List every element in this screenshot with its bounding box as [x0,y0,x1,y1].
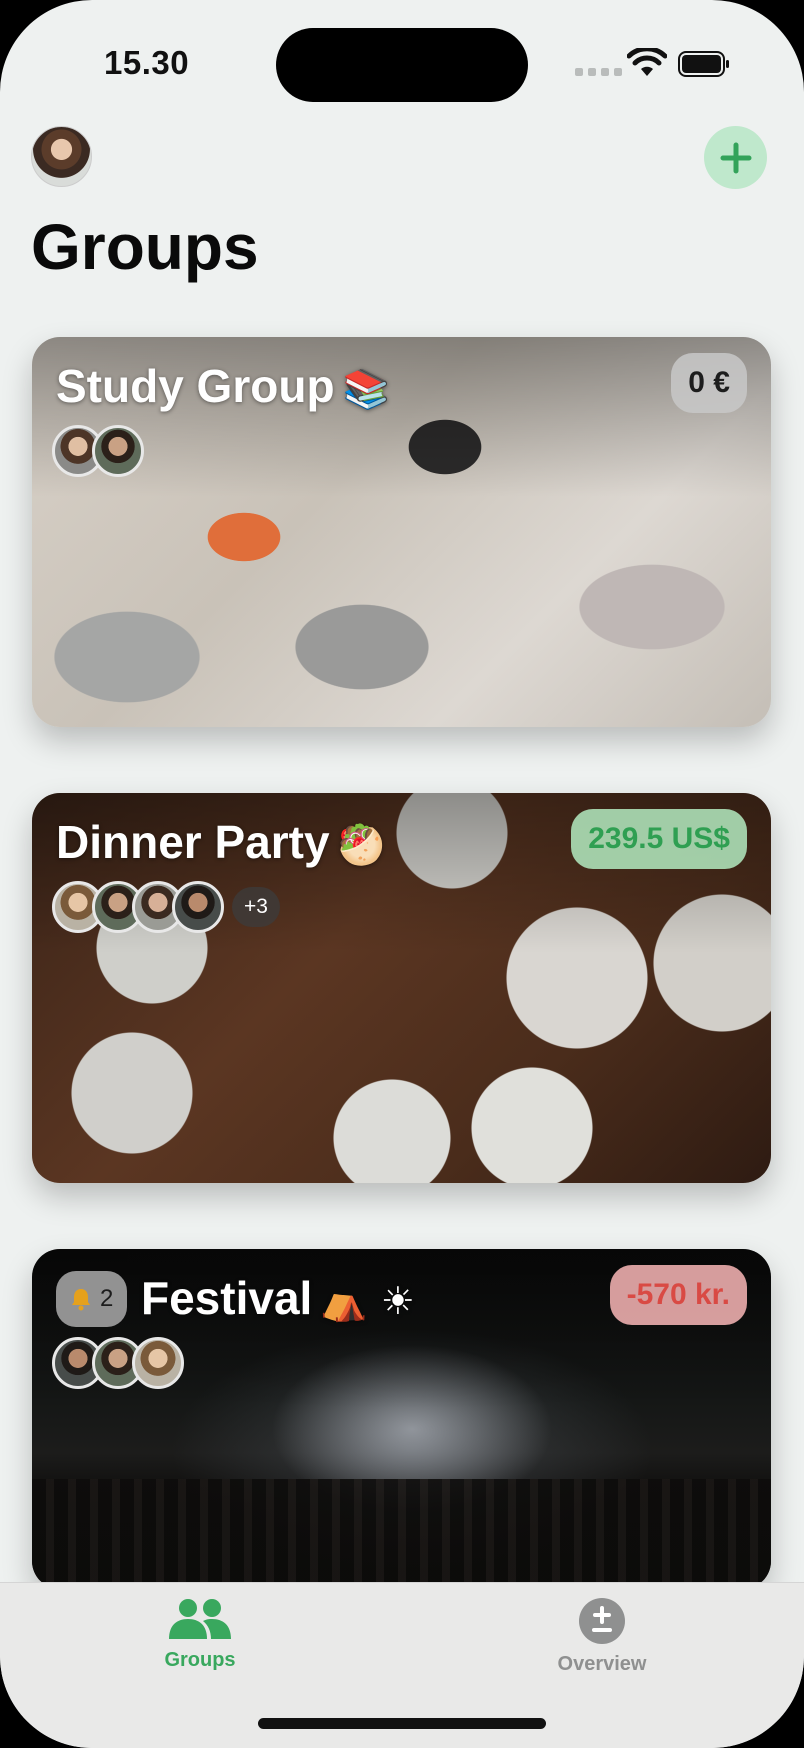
avatar [132,1337,184,1389]
avatar [172,881,224,933]
group-card-study[interactable]: Study Group 📚 0 € [32,337,771,727]
wifi-icon [627,48,667,76]
people-icon [169,1599,231,1639]
battery-icon [678,51,729,77]
member-avatars [52,425,144,477]
avatar [92,425,144,477]
page-title: Groups [31,211,259,283]
balance-badge: 0 € [671,353,747,413]
group-name: Dinner Party 🥙 [56,816,385,868]
profile-avatar[interactable] [31,126,92,187]
add-group-button[interactable] [704,126,767,189]
group-card-festival[interactable]: 2 Festival ⛺ ☀ -570 kr. [32,1249,771,1589]
plus-icon [720,142,751,173]
notification-badge: 2 [56,1271,128,1327]
group-emoji: 📚 [342,367,390,411]
member-avatars: +3 [52,881,280,933]
member-avatars [52,1337,184,1389]
dynamic-island [276,28,528,102]
group-emoji: 🥙 [337,823,385,867]
tab-groups[interactable]: Groups [140,1597,260,1672]
status-time: 15.30 [104,44,190,81]
balance-badge: -570 kr. [609,1265,747,1325]
home-indicator [258,1718,546,1729]
group-name: Festival ⛺ ☀ [141,1272,415,1324]
tab-label: Groups [164,1649,236,1671]
group-card-dinner[interactable]: Dinner Party 🥙 239.5 US$ +3 [32,793,771,1183]
signal-icon [575,68,622,76]
group-name: Study Group 📚 [56,360,390,412]
tab-overview[interactable]: Overview [542,1597,662,1676]
tab-label: Overview [557,1653,647,1675]
bell-icon [72,1289,90,1311]
app-screen: 15.30 Groups Study Group 📚 0 € Dinner Pa… [0,0,804,1748]
plus-minus-icon [579,1598,625,1644]
group-emoji: ⛺ ☀ [320,1279,415,1323]
more-members-badge: +3 [232,887,280,927]
balance-badge: 239.5 US$ [571,809,747,869]
